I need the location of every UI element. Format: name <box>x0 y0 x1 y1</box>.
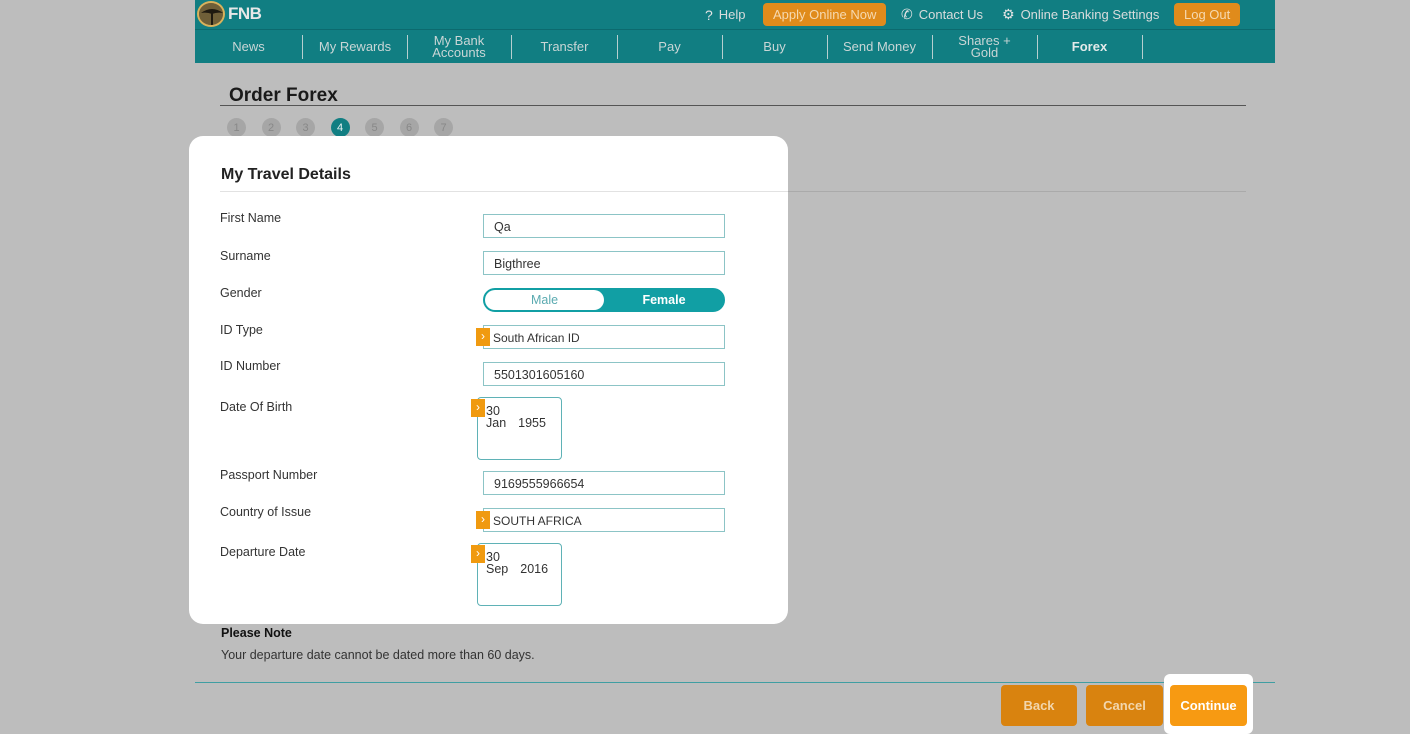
nav-transfer[interactable]: Transfer <box>511 30 618 64</box>
nav-buy[interactable]: Buy <box>722 30 827 64</box>
id-number-label: ID Number <box>220 359 281 373</box>
first-name-input[interactable]: Qa <box>483 214 725 238</box>
dob-picker[interactable]: › 30 Jan 1955 <box>471 397 562 460</box>
step-indicator: 1 2 3 4 5 6 7 <box>227 118 469 137</box>
gear-icon: ⚙ <box>1002 6 1015 22</box>
back-button[interactable]: Back <box>1001 685 1077 726</box>
passport-number-input[interactable]: 9169555966654 <box>483 471 725 495</box>
section-divider <box>788 191 1246 192</box>
note-title: Please Note <box>221 626 292 640</box>
id-number-input[interactable]: 5501301605160 <box>483 362 725 386</box>
nav-pay[interactable]: Pay <box>617 30 722 64</box>
nav-my-rewards[interactable]: My Rewards <box>302 30 408 64</box>
chevron-right-icon: › <box>471 545 485 563</box>
page-title: Order Forex <box>229 85 338 106</box>
step-5: 5 <box>365 118 384 137</box>
country-of-issue-label: Country of Issue <box>220 505 312 519</box>
departure-date-label: Departure Date <box>220 545 306 559</box>
help-link[interactable]: ? Help <box>705 0 746 29</box>
title-divider <box>220 105 1246 106</box>
departure-year: 2016 <box>520 562 549 576</box>
step-6: 6 <box>399 118 419 137</box>
fnb-logo[interactable]: FNB <box>197 1 262 27</box>
dob-label: Date Of Birth <box>220 400 293 414</box>
id-type-select[interactable]: › South African ID <box>476 325 725 349</box>
nav-forex[interactable]: Forex <box>1037 30 1142 64</box>
surname-label: Surname <box>220 249 271 263</box>
step-3: 3 <box>296 118 315 137</box>
gender-female-option[interactable]: Female <box>604 289 724 311</box>
chevron-right-icon: › <box>476 511 490 529</box>
surname-input[interactable]: Bigthree <box>483 251 725 275</box>
tree-logo-icon <box>197 1 225 27</box>
help-icon: ? <box>705 6 713 23</box>
dob-year: 1955 <box>518 416 546 430</box>
id-type-label: ID Type <box>220 323 263 337</box>
country-of-issue-select[interactable]: › SOUTH AFRICA <box>476 508 725 532</box>
nav-news[interactable]: News <box>195 30 302 64</box>
card-title: My Travel Details <box>221 166 351 183</box>
continue-button[interactable]: Continue <box>1170 685 1247 726</box>
gender-toggle[interactable]: Male Female <box>483 288 725 312</box>
nav-send-money[interactable]: Send Money <box>827 30 932 64</box>
main-nav: News My Rewards My Bank Accounts Transfe… <box>195 29 1275 63</box>
passport-number-label: Passport Number <box>220 468 318 482</box>
online-banking-settings-link[interactable]: ⚙ Online Banking Settings <box>1002 0 1159 29</box>
step-7: 7 <box>434 118 453 137</box>
phone-icon: ✆ <box>901 6 913 22</box>
gender-male-option[interactable]: Male <box>485 290 604 310</box>
travel-details-card: My Travel Details First Name Qa Surname … <box>189 136 788 624</box>
logo-text: FNB <box>228 4 262 23</box>
cancel-button[interactable]: Cancel <box>1086 685 1163 726</box>
chevron-right-icon: › <box>471 399 485 417</box>
note-text: Your departure date cannot be dated more… <box>221 648 535 662</box>
footer-divider <box>195 682 1275 683</box>
first-name-label: First Name <box>220 211 282 225</box>
step-4: 4 <box>330 118 350 137</box>
gender-label: Gender <box>220 286 262 300</box>
step-1: 1 <box>227 118 246 137</box>
top-bar: FNB ? Help Apply Online Now ✆ Contact Us ⚙… <box>195 0 1275 29</box>
apply-online-button[interactable]: Apply Online Now <box>763 3 887 26</box>
nav-my-bank-accounts[interactable]: My Bank Accounts <box>407 30 511 64</box>
log-out-button[interactable]: Log Out <box>1174 3 1241 26</box>
contact-us-link[interactable]: ✆ Contact Us <box>901 0 983 29</box>
card-divider <box>220 191 788 192</box>
departure-date-picker[interactable]: › 30 Sep 2016 <box>471 543 562 606</box>
dob-month: Jan <box>486 416 507 430</box>
chevron-right-icon: › <box>476 328 490 346</box>
departure-month: Sep <box>486 562 509 576</box>
nav-shares-gold[interactable]: Shares + Gold <box>932 30 1037 64</box>
step-2: 2 <box>261 118 281 137</box>
